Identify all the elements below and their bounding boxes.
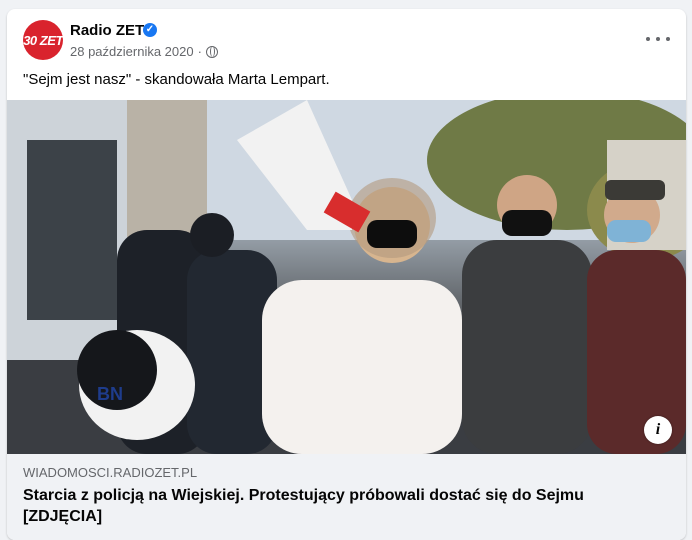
face-mask [502, 210, 552, 236]
photo-illustration: BN [7, 100, 686, 454]
post-meta: 28 października 2020 · [70, 44, 218, 59]
face-mask [607, 220, 651, 242]
page-avatar[interactable]: 30 ZET [23, 20, 63, 60]
radio-zet-logo: 30 ZET [23, 32, 63, 48]
link-title[interactable]: Starcia z policją na Wiejskiej. Protestu… [23, 485, 663, 527]
link-domain: WIADOMOSCI.RADIOZET.PL [23, 465, 198, 480]
protester-jacket [587, 250, 686, 454]
more-dot [646, 37, 650, 41]
protester-jacket [462, 240, 592, 454]
info-icon[interactable]: i [644, 416, 672, 444]
post-text: "Sejm jest nasz" - skandowała Marta Lemp… [23, 71, 330, 88]
post-date-link[interactable]: 28 października 2020 [70, 44, 194, 59]
more-dot [656, 37, 660, 41]
flat-cap [605, 180, 665, 200]
face-mask [367, 220, 417, 248]
verified-badge-icon: ✓ [143, 23, 157, 37]
more-options-icon[interactable] [646, 29, 670, 49]
post-header: 30 ZET Radio ZET ✓ 28 października 2020 … [7, 9, 686, 69]
protester-white-shirt [262, 280, 462, 454]
helmet-label: BN [97, 384, 123, 404]
post-photo[interactable]: BN i [7, 100, 686, 454]
post-card: 30 ZET Radio ZET ✓ 28 października 2020 … [7, 9, 686, 540]
van-grille [27, 140, 117, 320]
page-name-link[interactable]: Radio ZET [70, 22, 144, 39]
meta-separator: · [197, 44, 202, 59]
link-preview[interactable]: WIADOMOSCI.RADIOZET.PL Starcia z policją… [7, 454, 686, 540]
officer-head [190, 213, 234, 257]
globe-icon[interactable] [205, 45, 218, 58]
more-dot [666, 37, 670, 41]
